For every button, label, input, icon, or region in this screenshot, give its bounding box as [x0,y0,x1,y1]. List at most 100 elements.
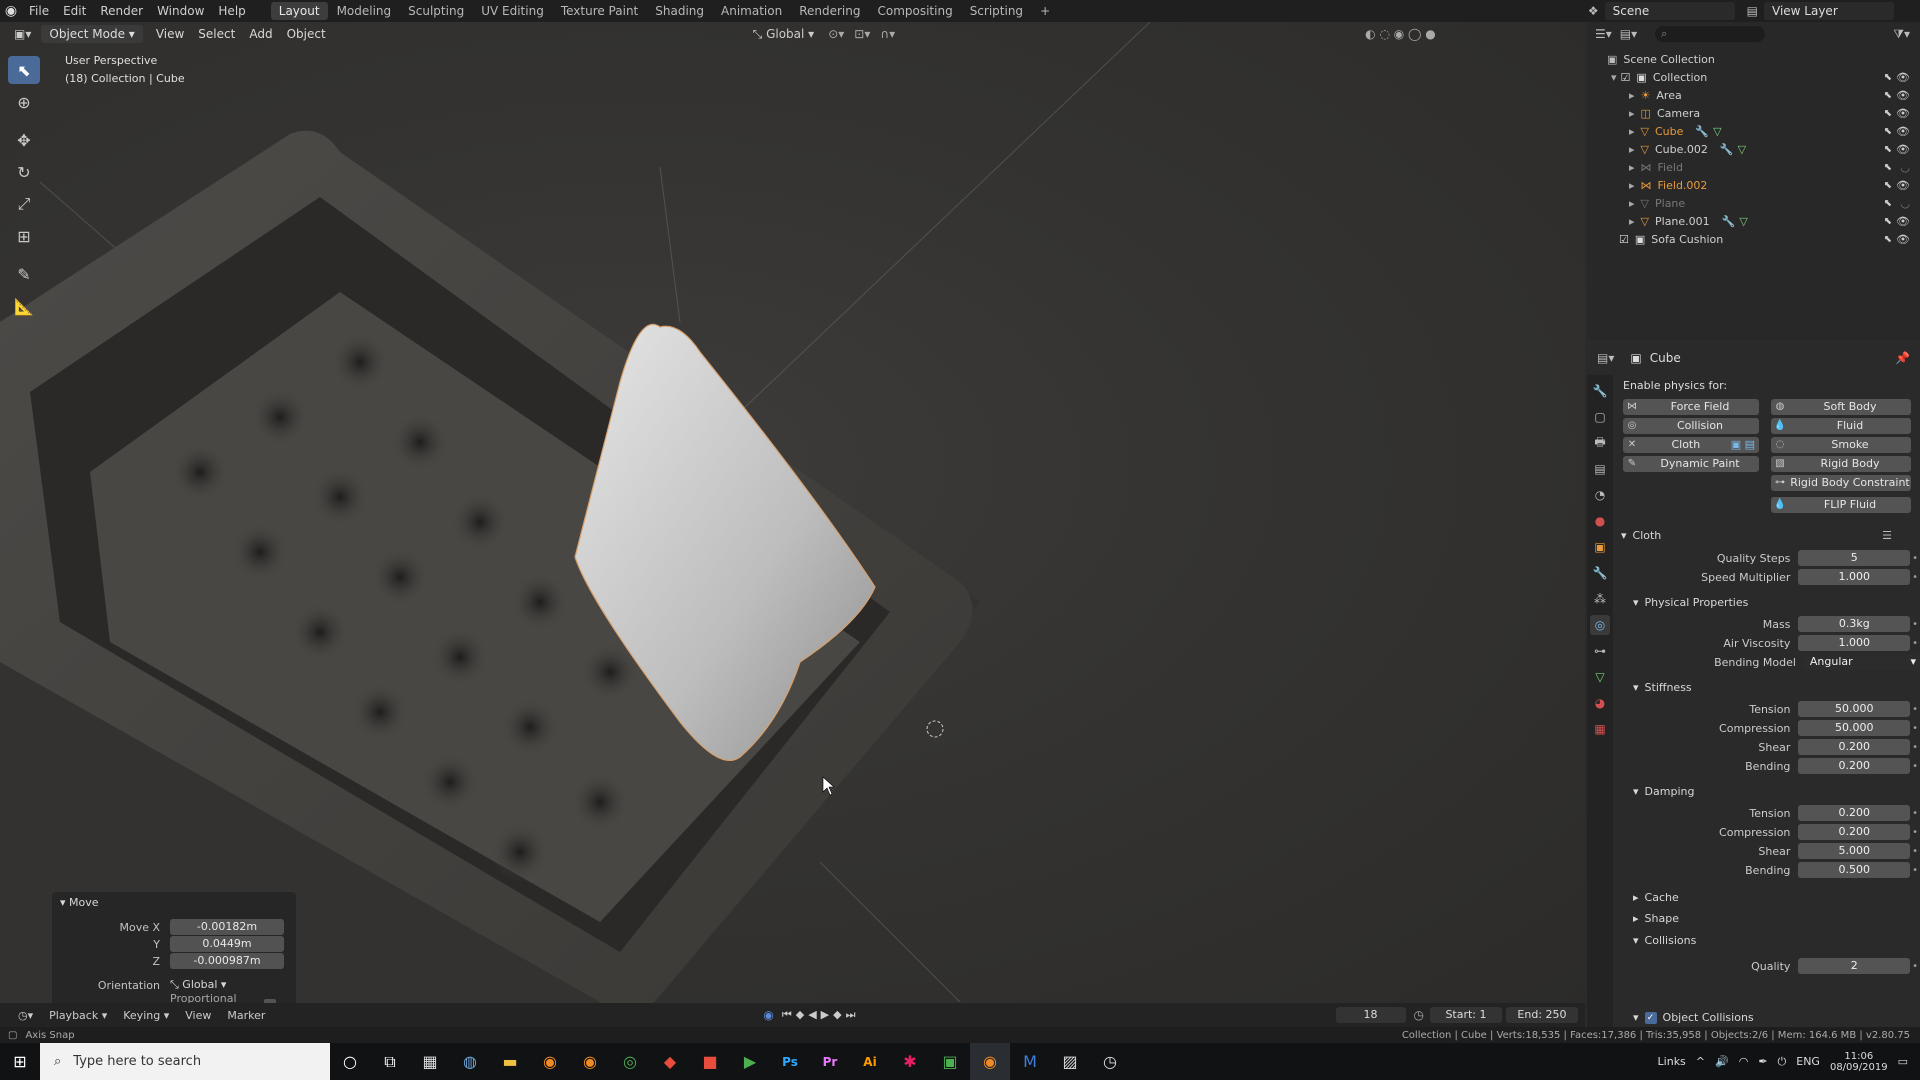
stiffness-tension-field[interactable]: 50.000 [1798,701,1911,717]
tool-tab-icon[interactable]: 🔧 [1590,381,1610,401]
network-icon[interactable]: ◠ [1739,1055,1749,1068]
current-frame-field[interactable]: 18 [1335,1007,1406,1023]
proportional-icon[interactable]: ∩▾ [880,27,895,41]
flip-fluid-button[interactable]: 💧 FLIP Fluid [1771,497,1911,513]
pin-icon[interactable]: 📌 [1895,351,1910,365]
outliner-item-area[interactable]: ▸ ☀ Area ⬉ 👁 [1587,86,1920,104]
timeline-editor-icon[interactable]: ◷▾ [10,1009,41,1022]
outliner-editor-icon[interactable]: ☰▾ [1595,27,1612,41]
pen-icon[interactable]: ✒ [1758,1055,1767,1068]
filter-icon[interactable]: ⧩▾ [1893,27,1910,42]
editor-type-icon[interactable]: ▣▾ [14,27,31,41]
menu-marker[interactable]: Marker [219,1009,273,1022]
checkbox-icon[interactable]: ☑ [1621,71,1631,84]
stiffness-shear-field[interactable]: 0.200 [1798,739,1911,755]
menu-view[interactable]: View [149,27,191,41]
rotate-tool-icon[interactable]: ↻ [8,158,40,186]
menu-keying[interactable]: Keying ▾ [115,1009,177,1022]
outliner-item-sofa-cushion[interactable]: ☑ ▣ Sofa Cushion ⬉ 👁 [1587,230,1920,248]
damping-header[interactable]: ▾ Damping [1633,785,1694,798]
damping-compression-field[interactable]: 0.200 [1798,824,1911,840]
transform-orientation-select[interactable]: ⤡ Global ▾ [753,27,815,42]
move-tool-icon[interactable]: ✥ [8,126,40,154]
output-tab-icon[interactable]: 🖶 [1590,433,1610,453]
properties-editor-icon[interactable]: ▤▾ [1597,351,1614,365]
force-field-button[interactable]: ⋈ Force Field [1623,399,1759,415]
outliner-search-input[interactable]: ⌕ [1655,26,1766,42]
measure-tool-icon[interactable]: 📐 [8,292,40,320]
taskbar-search-box[interactable]: ⌕ Type here to search [40,1043,330,1080]
outliner-collection[interactable]: ▾ ☑ ▣ Collection ⬉ 👁 [1587,68,1920,86]
view-layer-field[interactable]: View Layer [1764,2,1894,20]
world-tab-icon[interactable]: ● [1590,511,1610,531]
clock-icon[interactable]: ◷ [1414,1008,1424,1022]
select-tool-icon[interactable]: ⬉ [8,56,40,84]
stiffness-compression-field[interactable]: 50.000 [1798,720,1911,736]
data-tab-icon[interactable]: ▽ [1590,667,1610,687]
cloth-button[interactable]: ✕ Cloth ▣ ▤ [1623,437,1759,453]
object-mode-select[interactable]: Object Mode ▾ [41,25,143,43]
m-app-icon[interactable]: M [1010,1043,1050,1080]
3d-viewport[interactable]: ▣▾ Object Mode ▾ View Select Add Object … [0,22,1585,1012]
file-explorer-icon[interactable]: ▬ [490,1043,530,1080]
shading-icons[interactable]: ◐ ◌ ◉ ◯ ● [1365,27,1436,41]
tab-texture-paint[interactable]: Texture Paint [553,2,646,20]
scene-field[interactable]: Scene [1604,2,1735,20]
eye-icon[interactable]: 👁 [1896,71,1910,84]
annotate-tool-icon[interactable]: ✎ [8,260,40,288]
cache-header[interactable]: ▸ Cache [1633,891,1679,904]
end-frame-field[interactable]: End: 250 [1505,1007,1578,1023]
snap-icon[interactable]: ⊡▾ [854,27,870,41]
move-y-field[interactable]: 0.0449m [170,936,284,952]
quality-steps-field[interactable]: 5 [1798,550,1911,566]
blender-app-2-icon[interactable]: ◉ [570,1043,610,1080]
particles-tab-icon[interactable]: ⁂ [1590,589,1610,609]
move-x-field[interactable]: -0.00182m [170,919,284,935]
tab-compositing[interactable]: Compositing [869,2,960,20]
outliner-item-field[interactable]: ▸ ⋈ Field ⬉ ◡ [1587,158,1920,176]
start-frame-field[interactable]: Start: 1 [1429,1007,1502,1023]
notifications-icon[interactable]: ▭ [1898,1055,1908,1068]
network-app-icon[interactable]: ◍ [450,1043,490,1080]
scene-tab-icon[interactable]: ◔ [1590,485,1610,505]
outliner-item-plane001[interactable]: ▸ ▽ Plane.001 🔧 ▽ ⬉ 👁 [1587,212,1920,230]
cloth-panel-header[interactable]: ▾ Cloth [1621,529,1661,542]
menu-playback[interactable]: Playback ▾ [41,1009,115,1022]
outliner-item-cube002[interactable]: ▸ ▽ Cube.002 🔧 ▽ ⬉ 👁 [1587,140,1920,158]
links-label[interactable]: Links [1658,1055,1686,1068]
photoshop-icon[interactable]: Ps [770,1043,810,1080]
modifier-tab-icon[interactable]: 🔧 [1590,563,1610,583]
texture-tab-icon[interactable]: ▦ [1590,719,1610,739]
presets-icon[interactable]: ☰ [1882,529,1892,542]
air-viscosity-field[interactable]: 1.000 [1798,635,1911,651]
stiffness-header[interactable]: ▾ Stiffness [1633,681,1692,694]
shape-header[interactable]: ▸ Shape [1633,912,1679,925]
material-tab-icon[interactable]: ◕ [1590,693,1610,713]
object-tab-icon[interactable]: ▣ [1590,537,1610,557]
cortana-icon[interactable]: ○ [330,1043,370,1080]
menu-select[interactable]: Select [191,27,242,41]
orientation-select[interactable]: ⤡ Global ▾ [170,978,284,992]
select-icon[interactable]: ⬉ [1884,72,1892,83]
speed-multiplier-field[interactable]: 1.000 [1798,569,1911,585]
clock-app-icon[interactable]: ◷ [1090,1043,1130,1080]
menu-file[interactable]: File [22,0,56,22]
mass-field[interactable]: 0.3kg [1798,616,1911,632]
language-label[interactable]: ENG [1796,1055,1820,1068]
transform-tool-icon[interactable]: ⊞ [8,222,40,250]
outliner-item-cube[interactable]: ▸ ▽ Cube 🔧 ▽ ⬉ 👁 [1587,122,1920,140]
render-tab-icon[interactable]: ▢ [1590,407,1610,427]
taskbar-clock[interactable]: 11:06 08/09/2019 [1830,1051,1888,1073]
blender-active-icon[interactable]: ◉ [970,1043,1010,1080]
fluid-button[interactable]: 💧 Fluid [1771,418,1911,434]
record-icon[interactable]: ◉ [763,1008,773,1022]
playback-controls[interactable]: ⏮◆◀▶◆⏭ [782,1008,860,1022]
volume-icon[interactable]: 🔊 [1715,1055,1729,1068]
dynamic-paint-button[interactable]: ✎ Dynamic Paint [1623,456,1759,472]
tab-sculpting[interactable]: Sculpting [400,2,472,20]
menu-add[interactable]: Add [242,27,279,41]
tab-shading[interactable]: Shading [647,2,712,20]
tab-uv-editing[interactable]: UV Editing [473,2,552,20]
physics-tab-icon[interactable]: ◎ [1590,615,1610,635]
outliner-item-plane[interactable]: ▸ ▽ Plane ⬉ ◡ [1587,194,1920,212]
